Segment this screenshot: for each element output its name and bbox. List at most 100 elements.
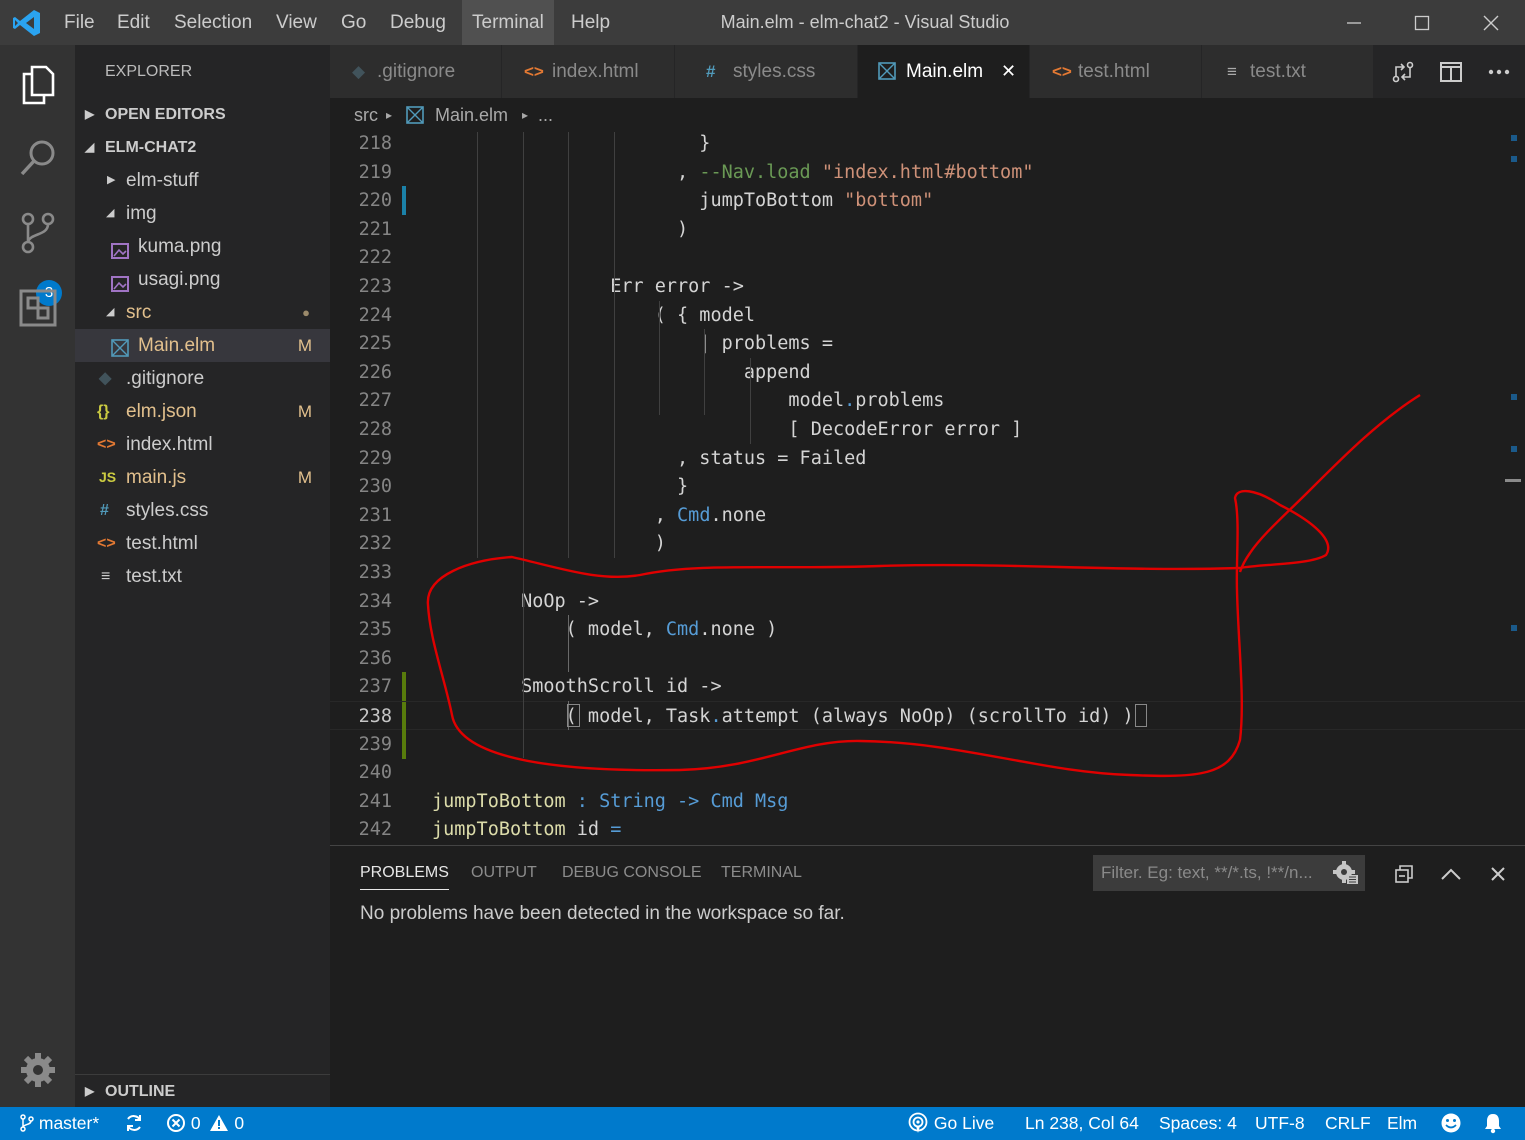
- code-line[interactable]: 221 ): [330, 215, 1525, 244]
- open-editors-section[interactable]: ▶ OPEN EDITORS: [75, 98, 330, 131]
- code-line[interactable]: 234 NoOp ->: [330, 587, 1525, 616]
- html-file-icon: <>: [97, 535, 116, 552]
- tree-item-main-elm[interactable]: Main.elm M: [75, 329, 330, 362]
- menu-help[interactable]: Help: [561, 0, 620, 45]
- tab-test-html[interactable]: <> test.html: [1030, 45, 1202, 98]
- tree-item-test-html[interactable]: <> test.html: [75, 527, 330, 560]
- maximize-panel-button[interactable]: [1433, 856, 1469, 892]
- filter-settings-icon[interactable]: [1333, 861, 1359, 898]
- source-control-activity[interactable]: [0, 195, 75, 270]
- code-line[interactable]: 219 , --Nav.load "index.html#bottom": [330, 158, 1525, 187]
- code-line[interactable]: 236: [330, 644, 1525, 673]
- vscode-logo-icon: [13, 10, 40, 36]
- menu-view[interactable]: View: [266, 0, 327, 45]
- editor-scrollbar[interactable]: [1505, 132, 1525, 845]
- menu-edit[interactable]: Edit: [107, 0, 160, 45]
- tree-item-main-js[interactable]: JS main.js M: [75, 461, 330, 494]
- tree-item-elm-json[interactable]: {} elm.json M: [75, 395, 330, 428]
- explorer-activity[interactable]: [0, 47, 75, 122]
- code-line[interactable]: 241 jumpToBottom : String -> Cmd Msg: [330, 787, 1525, 816]
- tree-item-src[interactable]: ◢ src ●: [75, 296, 330, 329]
- sync-button[interactable]: [124, 1107, 144, 1140]
- cursor-position[interactable]: Ln 238, Col 64: [1025, 1107, 1139, 1140]
- problems-filter-input[interactable]: Filter. Eg: text, **/*.ts, !**/n...: [1093, 855, 1365, 891]
- tab-close-icon[interactable]: ✕: [1001, 45, 1016, 98]
- project-section[interactable]: ◢ ELM-CHAT2: [75, 131, 330, 164]
- notifications-button[interactable]: [1483, 1107, 1503, 1140]
- search-activity[interactable]: [0, 120, 75, 195]
- tab-terminal[interactable]: TERMINAL: [721, 864, 802, 890]
- maximize-button[interactable]: [1388, 0, 1456, 45]
- breadcrumb-more[interactable]: ...: [538, 98, 553, 132]
- code-line[interactable]: 230 }: [330, 472, 1525, 501]
- code-line[interactable]: 242 jumpToBottom id =: [330, 815, 1525, 844]
- manage-activity[interactable]: [0, 1032, 75, 1107]
- line-ending[interactable]: CRLF: [1325, 1107, 1371, 1140]
- encoding[interactable]: UTF-8: [1255, 1107, 1305, 1140]
- close-panel-button[interactable]: [1480, 856, 1516, 892]
- tab-gitignore[interactable]: ◆ .gitignore: [330, 45, 502, 98]
- problems-button[interactable]: 0 0: [166, 1107, 244, 1140]
- tab-problems[interactable]: PROBLEMS: [360, 864, 449, 890]
- broadcast-icon: [908, 1112, 928, 1133]
- menu-debug[interactable]: Debug: [380, 0, 456, 45]
- menu-file[interactable]: File: [54, 0, 105, 45]
- tree-item-img[interactable]: ◢ img: [75, 197, 330, 230]
- tab-styles-css[interactable]: # styles.css: [675, 45, 858, 98]
- line-number: 242: [358, 819, 392, 841]
- tab-index-html[interactable]: <> index.html: [502, 45, 675, 98]
- tab-test-txt[interactable]: ≡ test.txt: [1202, 45, 1374, 98]
- menu-selection[interactable]: Selection: [164, 0, 262, 45]
- code-line[interactable]: 232 ): [330, 529, 1525, 558]
- tree-item-kuma-png[interactable]: kuma.png: [75, 230, 330, 263]
- more-actions-button[interactable]: [1475, 45, 1523, 98]
- tree-item-styles-css[interactable]: # styles.css: [75, 494, 330, 527]
- close-window-button[interactable]: [1457, 0, 1525, 45]
- code-line[interactable]: 226 append: [330, 358, 1525, 387]
- tree-item-gitignore[interactable]: ◆ .gitignore: [75, 362, 330, 395]
- language-mode[interactable]: Elm: [1387, 1107, 1417, 1140]
- code-line[interactable]: 237 SmoothScroll id ->: [330, 672, 1525, 702]
- tab-debug-console[interactable]: DEBUG CONSOLE: [562, 864, 702, 890]
- code-line[interactable]: 228 [ DecodeError error ]: [330, 415, 1525, 444]
- code-line[interactable]: 231 , Cmd.none: [330, 501, 1525, 530]
- split-editor-button[interactable]: [1427, 45, 1475, 98]
- tab-main-elm[interactable]: Main.elm ✕: [858, 45, 1030, 98]
- open-changes-button[interactable]: [1379, 45, 1427, 98]
- code-line[interactable]: 224 ( { model: [330, 301, 1525, 330]
- extensions-activity[interactable]: [0, 270, 75, 345]
- git-branch-button[interactable]: master*: [20, 1107, 99, 1140]
- go-live-button[interactable]: Go Live: [907, 1107, 994, 1140]
- chevron-down-icon: ◢: [106, 207, 115, 219]
- code-line[interactable]: 222: [330, 243, 1525, 272]
- menu-go[interactable]: Go: [331, 0, 376, 45]
- tab-output[interactable]: OUTPUT: [471, 864, 537, 890]
- code-line[interactable]: 235 ( model, Cmd.none ): [330, 615, 1525, 644]
- outline-section[interactable]: ▶ OUTLINE: [75, 1074, 330, 1107]
- code-line[interactable]: 239: [330, 729, 1525, 759]
- code-line[interactable]: 229 , status = Failed: [330, 444, 1525, 473]
- js-file-icon: JS: [99, 469, 117, 485]
- code-line[interactable]: 225 | problems =: [330, 329, 1525, 358]
- tree-item-label: index.html: [126, 434, 213, 455]
- collapse-all-button[interactable]: [1386, 856, 1422, 892]
- code-line[interactable]: 238 ( model, Task.attempt (always NoOp) …: [330, 701, 1525, 731]
- code-line[interactable]: 227 model.problems: [330, 386, 1525, 415]
- tree-item-index-html[interactable]: <> index.html: [75, 428, 330, 461]
- code-line[interactable]: 218 }: [330, 132, 1525, 158]
- tree-item-usagi-png[interactable]: usagi.png: [75, 263, 330, 296]
- code-line[interactable]: 223 Err error ->: [330, 272, 1525, 301]
- breadcrumb-folder[interactable]: src: [354, 98, 378, 132]
- code-line[interactable]: 240: [330, 758, 1525, 787]
- code-line[interactable]: 220 jumpToBottom "bottom": [330, 186, 1525, 216]
- breadcrumb-file[interactable]: Main.elm: [435, 98, 508, 132]
- tree-item-elm-stuff[interactable]: ▶ elm-stuff: [75, 164, 330, 197]
- tree-item-test-txt[interactable]: ≡ test.txt: [75, 560, 330, 593]
- maximize-icon: [1414, 15, 1430, 30]
- indentation[interactable]: Spaces: 4: [1159, 1107, 1237, 1140]
- code-line[interactable]: 233: [330, 558, 1525, 587]
- feedback-button[interactable]: [1440, 1107, 1462, 1140]
- minimize-button[interactable]: [1320, 0, 1388, 45]
- menu-terminal[interactable]: Terminal: [462, 0, 554, 45]
- code-editor[interactable]: 218 } 219 , --Nav.load "index.html#bottom…: [330, 132, 1525, 845]
